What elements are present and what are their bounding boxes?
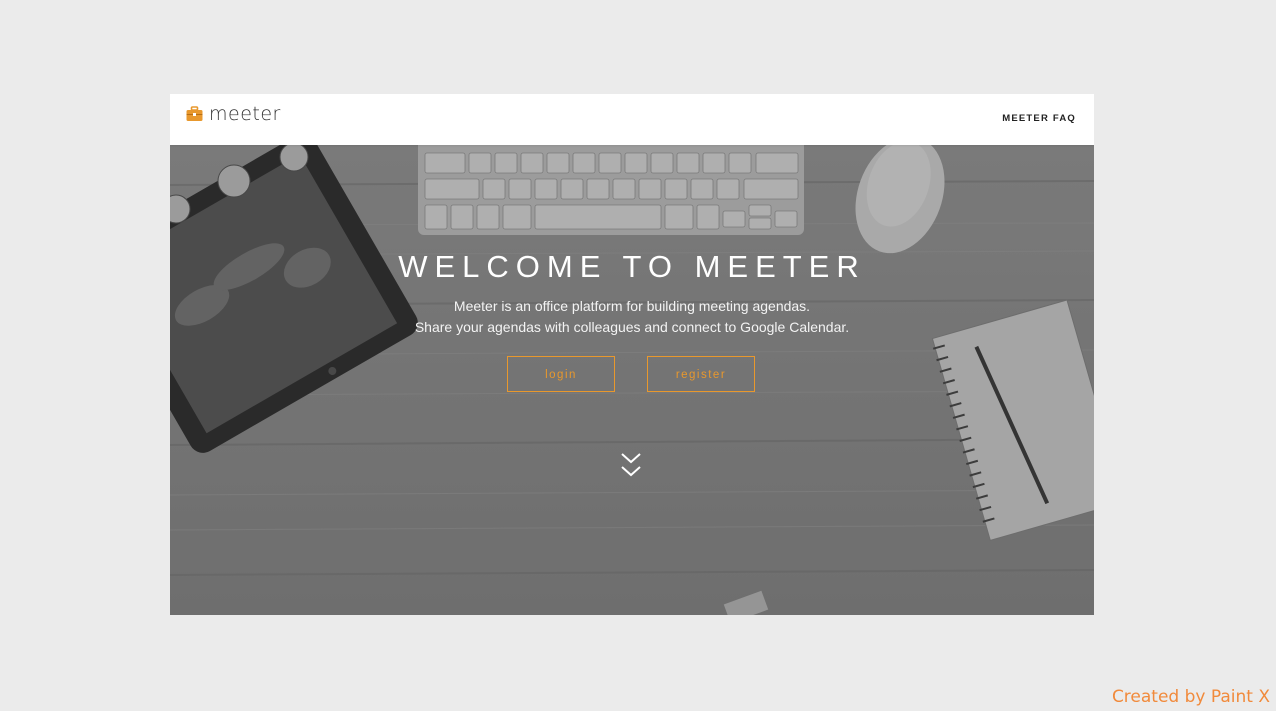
hero-title: WELCOME TO MEETER (398, 249, 866, 284)
hero-subtitle: Meeter is an office platform for buildin… (170, 296, 1094, 338)
hero-subtitle-line2: Share your agendas with colleagues and c… (414, 319, 850, 335)
briefcase-icon (186, 106, 203, 121)
navbar: meeter MEETER FAQ (170, 94, 1094, 145)
hero-section: WELCOME TO MEETER Meeter is an office pl… (170, 145, 1094, 615)
watermark: Created by Paint X (1111, 687, 1270, 707)
double-chevron-down-icon[interactable] (620, 451, 642, 481)
app-window: meeter MEETER FAQ WELCOME TO MEETER Meet… (170, 94, 1094, 615)
login-button[interactable]: login (507, 356, 615, 392)
register-button[interactable]: register (647, 356, 755, 392)
brand-logo[interactable]: meeter (186, 103, 281, 125)
hero-subtitle-line1: Meeter is an office platform for buildin… (453, 298, 811, 314)
hero-content: WELCOME TO MEETER Meeter is an office pl… (170, 145, 1094, 615)
brand-name: meeter (209, 103, 281, 125)
faq-link[interactable]: MEETER FAQ (1002, 113, 1076, 124)
